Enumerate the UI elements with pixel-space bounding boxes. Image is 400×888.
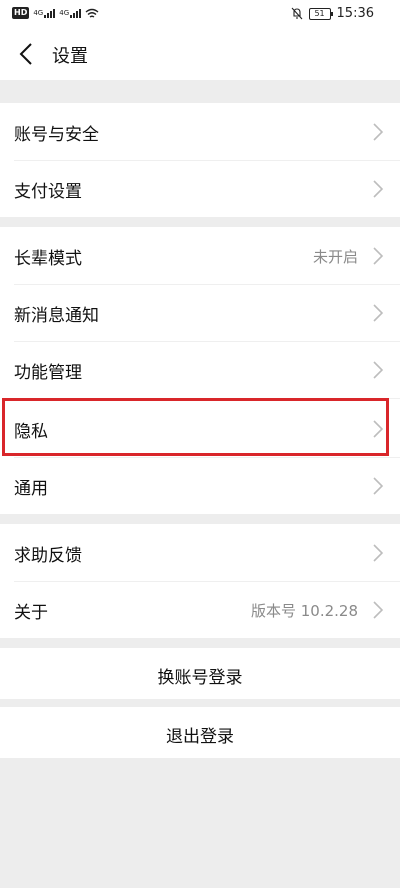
settings-item-label: 支付设置 xyxy=(14,182,82,202)
clock: 15:36 xyxy=(336,6,374,21)
settings-item-feature-management[interactable]: 功能管理 xyxy=(0,341,400,398)
signal-icon-2: 4G xyxy=(59,8,82,18)
status-bar: HD 4G 4G 51 15:36 xyxy=(0,0,400,28)
settings-group-support: 求助反馈 关于 版本号 10.2.28 xyxy=(0,524,400,638)
page-title: 设置 xyxy=(52,46,88,67)
settings-group-general: 长辈模式 未开启 新消息通知 功能管理 隐私 通用 xyxy=(0,227,400,514)
logout-button[interactable]: 退出登录 xyxy=(0,707,400,758)
chevron-right-icon xyxy=(373,304,384,322)
settings-item-label: 长辈模式 xyxy=(14,249,82,269)
status-left: HD 4G 4G xyxy=(12,7,99,19)
logout-label: 退出登录 xyxy=(166,727,234,747)
chevron-right-icon xyxy=(373,361,384,379)
settings-item-label: 关于 xyxy=(14,603,48,623)
signal-icon: 4G xyxy=(33,8,56,18)
chevron-right-icon xyxy=(373,544,384,562)
signal-label: 4G xyxy=(33,8,44,17)
settings-item-payment[interactable]: 支付设置 xyxy=(0,160,400,217)
switch-account-button[interactable]: 换账号登录 xyxy=(0,648,400,699)
settings-item-label: 隐私 xyxy=(14,422,48,442)
settings-item-account-security[interactable]: 账号与安全 xyxy=(0,103,400,160)
settings-group-account: 账号与安全 支付设置 xyxy=(0,103,400,217)
chevron-right-icon xyxy=(373,420,384,438)
settings-item-label: 求助反馈 xyxy=(14,546,82,566)
settings-item-label: 账号与安全 xyxy=(14,125,99,145)
settings-item-notifications[interactable]: 新消息通知 xyxy=(0,284,400,341)
switch-account-label: 换账号登录 xyxy=(157,668,243,688)
settings-item-general[interactable]: 通用 xyxy=(0,457,400,514)
nav-bar: 设置 xyxy=(0,28,400,80)
mute-bell-icon xyxy=(291,7,302,20)
settings-item-value: 版本号 10.2.28 xyxy=(250,602,358,620)
settings-item-label: 通用 xyxy=(14,479,48,499)
hd-badge: HD xyxy=(12,7,30,19)
battery-icon: 51 xyxy=(308,7,333,20)
back-arrow-icon[interactable] xyxy=(16,40,40,68)
status-right: 51 15:36 xyxy=(291,6,374,21)
chevron-right-icon xyxy=(373,123,384,141)
divider xyxy=(14,398,400,399)
settings-item-value: 未开启 xyxy=(312,248,358,266)
settings-item-about[interactable]: 关于 版本号 10.2.28 xyxy=(0,581,400,638)
settings-item-privacy[interactable]: 隐私 xyxy=(0,400,400,457)
settings-item-elder-mode[interactable]: 长辈模式 未开启 xyxy=(0,227,400,284)
chevron-right-icon xyxy=(373,247,384,265)
wifi-icon xyxy=(85,8,99,18)
settings-item-label: 功能管理 xyxy=(14,363,82,383)
signal-label-2: 4G xyxy=(59,8,70,17)
chevron-right-icon xyxy=(373,601,384,619)
chevron-right-icon xyxy=(373,477,384,495)
chevron-right-icon xyxy=(373,180,384,198)
settings-item-label: 新消息通知 xyxy=(14,306,99,326)
settings-item-help-feedback[interactable]: 求助反馈 xyxy=(0,524,400,581)
